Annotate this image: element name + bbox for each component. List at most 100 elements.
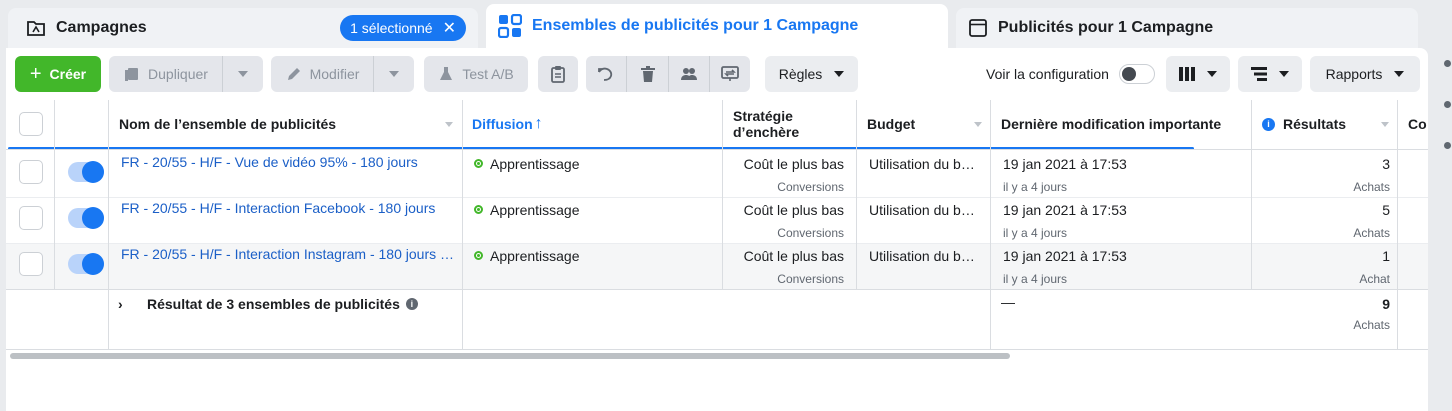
swap-icon [721,66,739,82]
trash-icon [640,65,656,83]
adset-name-link[interactable]: FR - 20/55 - H/F - Interaction Instagram… [121,246,461,262]
duplicate-menu-button[interactable] [223,56,263,92]
ad-window-icon [968,18,988,38]
sort-icon[interactable] [974,122,982,127]
columns-icon [1179,67,1195,81]
info-icon[interactable]: i [1262,117,1275,131]
chevron-down-icon [1394,71,1405,77]
header-results-label: Résultats [1283,116,1347,132]
row-checkbox[interactable] [19,206,43,230]
edit-menu-button[interactable] [374,56,414,92]
summary-results-sub: Achats [1353,318,1390,332]
sort-icon[interactable] [1381,122,1389,127]
ab-test-button[interactable]: Test A/B [424,56,528,92]
results-value: 3 [1382,156,1390,172]
side-dots [1444,60,1451,183]
horizontal-scrollbar[interactable] [10,353,1010,359]
adsets-table: Nom de l’ensemble de publicités Diffusio… [6,100,1428,350]
summary-label: Résultat de 3 ensembles de publicités i [147,296,418,312]
chevron-down-icon [834,71,845,77]
tab-campaigns-label: Campagnes [56,19,147,36]
row-toggle[interactable] [68,253,104,275]
bid-strategy: Coût le plus bas [743,202,844,218]
status-dot [474,251,483,260]
last-edit-ago: il y a 4 jours [1003,180,1068,194]
header-cut-column[interactable]: Co [1408,100,1427,148]
duplicate-label: Dupliquer [148,66,208,82]
rules-label: Règles [778,66,823,82]
header-last-edit[interactable]: Dernière modification importante [1001,100,1221,148]
duplicate-button[interactable]: Dupliquer [109,56,223,92]
header-bid-line1: Stratégie [733,108,793,124]
header-results[interactable]: i Résultats [1262,100,1346,148]
tab-ads[interactable]: Publicités pour 1 Campagne [956,8,1418,48]
swap-button[interactable] [710,56,750,92]
budget-value: Utilisation du b… [869,156,975,172]
delete-button[interactable] [627,56,668,92]
row-toggle[interactable] [68,161,104,183]
edit-label: Modifier [309,66,360,82]
budget-value: Utilisation du b… [869,202,975,218]
breakdown-button[interactable] [1238,56,1302,92]
chevron-down-icon [1279,71,1289,77]
header-budget[interactable]: Budget [867,100,915,148]
budget-value: Utilisation du b… [869,248,975,264]
pencil-icon [286,66,302,82]
undo-button[interactable] [586,56,626,92]
last-edit-date: 19 jan 2021 à 17:53 [1003,248,1127,264]
selection-pill[interactable]: 1 sélectionné ✕ [340,15,466,41]
tab-adsets[interactable]: Ensembles de publicités pour 1 Campagne [486,4,948,48]
delivery-status: Apprentissage [490,248,580,264]
columns-button[interactable] [1166,56,1230,92]
tab-campaigns[interactable]: Campagnes 1 sélectionné ✕ [8,8,478,48]
edit-button[interactable]: Modifier [271,56,374,92]
header-cut-label: Co [1408,116,1427,132]
summary-results: 9 [1382,296,1390,312]
clipboard-icon [550,65,566,83]
select-all-checkbox[interactable] [19,112,43,136]
reports-label: Rapports [1325,66,1383,82]
view-config: Voir la configuration [986,56,1155,92]
selection-count: 1 sélectionné [350,20,433,36]
expand-chevron-icon[interactable]: › [118,296,123,312]
bid-sub: Conversions [777,226,844,240]
bid-sub: Conversions [777,272,844,286]
row-checkbox[interactable] [19,252,43,276]
summary-label-text: Résultat de 3 ensembles de publicités [147,296,400,312]
breakdown-icon [1251,67,1267,81]
reports-button[interactable]: Rapports [1310,56,1420,92]
adset-name-link[interactable]: FR - 20/55 - H/F - Vue de vidéo 95% - 18… [121,154,461,170]
tab-ads-label: Publicités pour 1 Campagne [998,19,1214,36]
last-edit-date: 19 jan 2021 à 17:53 [1003,156,1127,172]
grid-icon [497,13,523,39]
header-delivery[interactable]: Diffusion ↑ [472,100,543,148]
plus-icon: + [29,63,42,85]
results-sub: Achats [1353,226,1390,240]
duplicate-icon [124,66,140,82]
create-button[interactable]: + Créer [15,56,101,92]
row-checkbox[interactable] [19,160,43,184]
status-dot [474,205,483,214]
info-icon[interactable]: i [405,298,418,310]
sort-icon[interactable] [445,122,453,127]
ab-test-label: Test A/B [462,66,514,82]
clipboard-button[interactable] [538,56,578,92]
header-name[interactable]: Nom de l’ensemble de publicités [119,100,336,148]
delivery-status: Apprentissage [490,156,580,172]
view-config-label: Voir la configuration [986,66,1109,82]
adset-name-link[interactable]: FR - 20/55 - H/F - Interaction Facebook … [121,200,461,216]
results-value: 1 [1382,248,1390,264]
rules-button[interactable]: Règles [765,56,858,92]
results-sub: Achat [1359,272,1390,286]
folder-icon [26,18,46,38]
results-value: 5 [1382,202,1390,218]
audience-button[interactable] [669,56,709,92]
header-name-label: Nom de l’ensemble de publicités [119,116,337,132]
close-icon[interactable]: ✕ [443,18,456,38]
tab-bar: Campagnes 1 sélectionné ✕ Ensembles de p… [0,0,1452,48]
row-toggle[interactable] [68,207,104,229]
delivery-status: Apprentissage [490,202,580,218]
adsets-panel: + Créer Dupliquer Modifier Test A/B Règl… [6,48,1428,411]
header-bid-strategy[interactable]: Stratégie d’enchère [733,100,799,148]
view-config-toggle[interactable] [1118,64,1155,84]
